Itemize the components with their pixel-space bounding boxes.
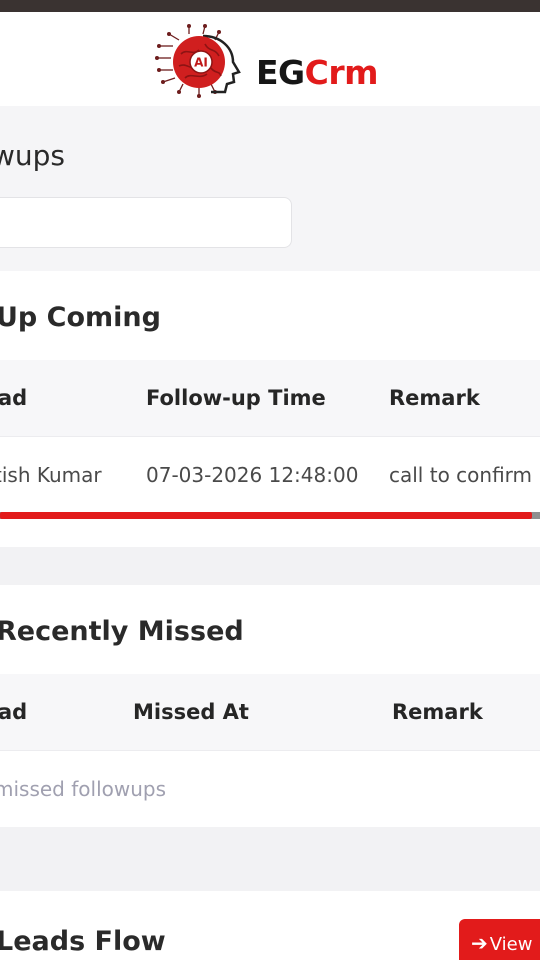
column-header-missed-at[interactable]: Missed At — [133, 702, 249, 723]
view-button[interactable]: ➔ View — [459, 919, 540, 960]
app-header: AI EGCrm — [0, 12, 540, 106]
svg-text:AI: AI — [194, 56, 208, 70]
missed-title: Recently Missed — [0, 616, 244, 647]
table-row[interactable]: tish Kumar 07-03-2026 12:48:00 call to c… — [0, 438, 540, 508]
column-header-lead[interactable]: ad — [0, 388, 27, 409]
search-input[interactable] — [0, 197, 292, 248]
remark: call to confirm — [389, 463, 533, 487]
missed-followups-card: Recently Missed ad Missed At Remark miss… — [0, 585, 540, 827]
column-header-remark[interactable]: Remark — [389, 388, 480, 409]
column-header-lead[interactable]: ad — [0, 702, 27, 723]
upcoming-title: Up Coming — [0, 302, 161, 333]
window-top-bar — [0, 0, 540, 12]
ai-brain-logo-icon: AI — [155, 24, 241, 98]
view-button-label: View — [489, 934, 533, 955]
upcoming-table-header: ad Follow-up Time Remark — [0, 360, 540, 437]
leads-flow-title: Leads Flow — [0, 926, 166, 957]
column-header-followup-time[interactable]: Follow-up Time — [146, 388, 326, 409]
horizontal-scrollbar[interactable] — [0, 512, 540, 519]
followup-time: 07-03-2026 12:48:00 — [146, 463, 359, 487]
arrow-right-icon: ➔ — [471, 931, 488, 955]
empty-state-text: missed followups — [0, 777, 167, 801]
page-title: wups — [0, 139, 66, 172]
upcoming-followups-card: Up Coming ad Follow-up Time Remark tish … — [0, 271, 540, 547]
scrollbar-thumb[interactable] — [0, 512, 532, 519]
missed-table-header: ad Missed At Remark — [0, 674, 540, 751]
lead-name: tish Kumar — [0, 463, 102, 487]
column-header-remark[interactable]: Remark — [392, 702, 483, 723]
brand-name: EGCrm — [256, 53, 379, 92]
